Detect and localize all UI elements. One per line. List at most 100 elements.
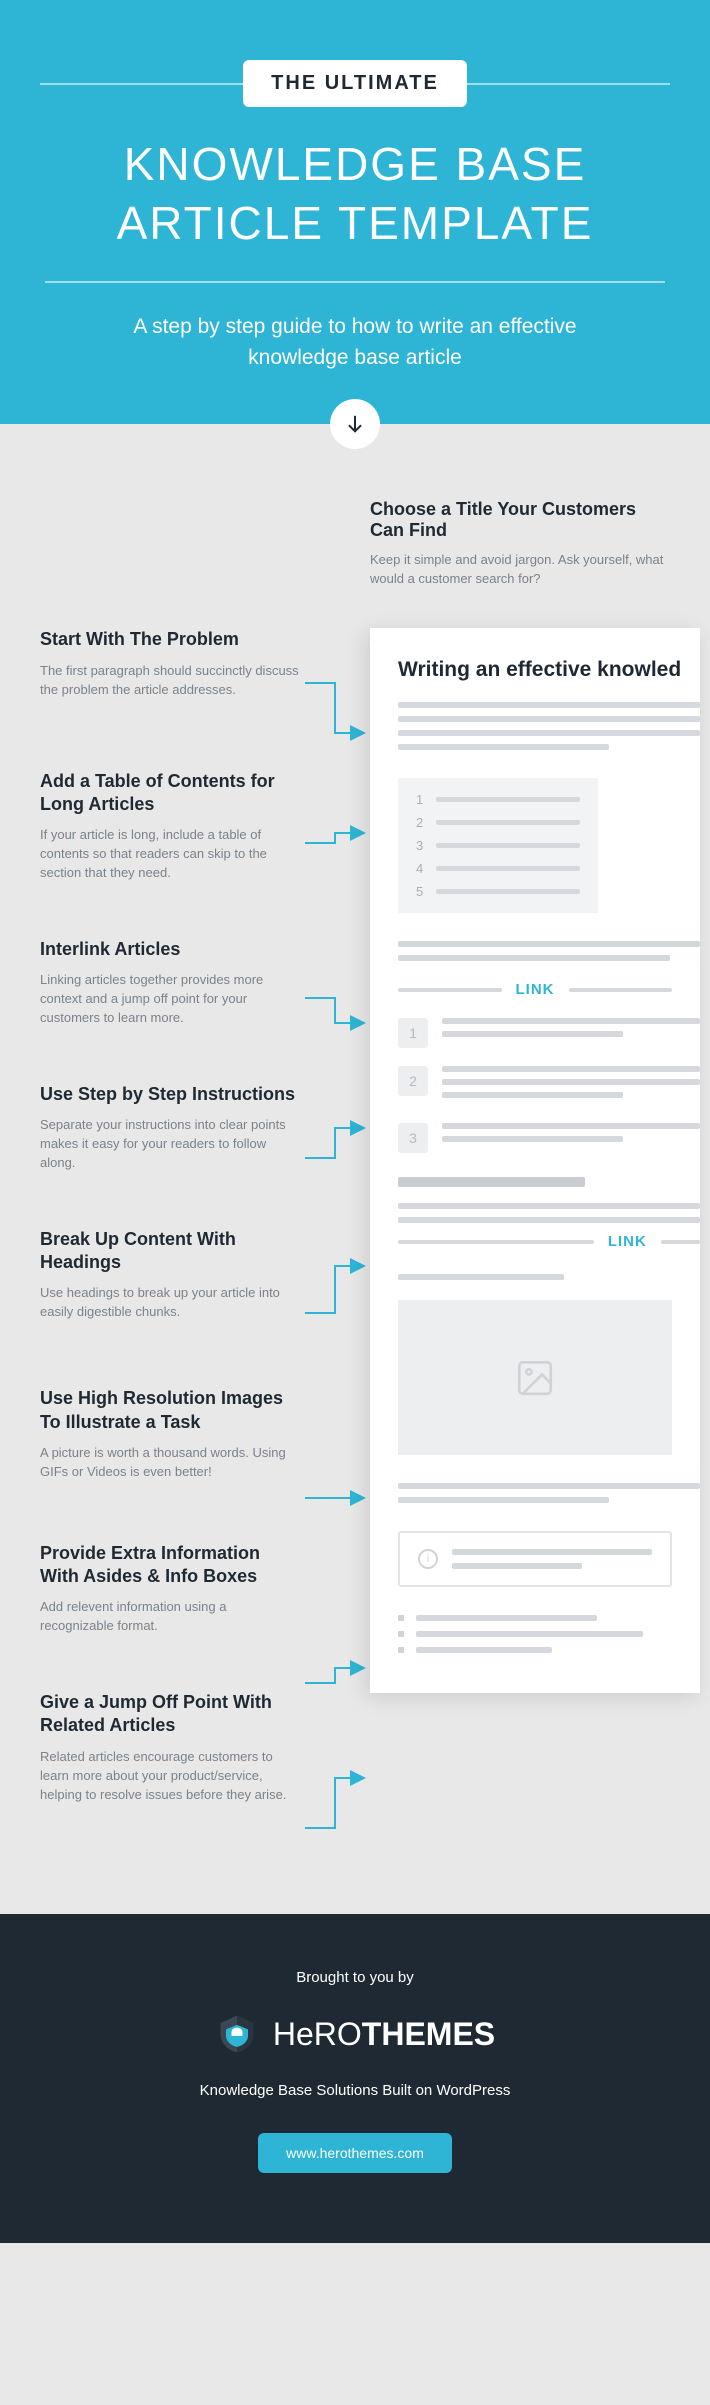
- toc-item: 4: [416, 861, 580, 876]
- text-line: [398, 744, 609, 750]
- toc-line: [436, 889, 580, 894]
- step-3: Interlink ArticlesLinking articles toget…: [40, 938, 320, 1028]
- step-body: If your article is long, include a table…: [40, 826, 302, 883]
- step-row: 3: [398, 1123, 700, 1153]
- text-line: [442, 1066, 700, 1072]
- step-body: Related articles encourage customers to …: [40, 1748, 302, 1805]
- toc-line: [436, 797, 580, 802]
- text-line: [398, 955, 670, 961]
- step-body: Keep it simple and avoid jargon. Ask you…: [370, 551, 670, 589]
- link-label: LINK: [608, 1233, 647, 1250]
- list-item: [398, 1615, 700, 1621]
- info-icon: i: [418, 1549, 438, 1569]
- rule: [569, 988, 673, 992]
- numbered-steps: 1 2 3: [398, 1018, 700, 1153]
- step-title: Interlink Articles: [40, 938, 302, 961]
- badge: THE ULTIMATE: [243, 60, 467, 107]
- step-body: Separate your instructions into clear po…: [40, 1116, 302, 1173]
- text-line: [661, 1240, 700, 1244]
- article-mockup: Writing an effective knowled 1 2 3 4 5: [370, 628, 700, 1693]
- separator: [45, 281, 665, 283]
- text-line: [416, 1615, 597, 1621]
- text-line: [452, 1549, 652, 1555]
- rule-right: [467, 83, 670, 85]
- brand-logo: HeROTHEMES: [40, 2012, 670, 2056]
- brand-bold: THEMES: [362, 2016, 495, 2052]
- image-placeholder: [398, 1300, 672, 1455]
- text-line: [398, 1274, 564, 1280]
- toc-num: 1: [416, 792, 426, 807]
- subtitle: A step by step guide to how to write an …: [95, 311, 615, 374]
- text-line: [442, 1136, 623, 1142]
- step-title: Start With The Problem: [40, 628, 302, 651]
- step-body: A picture is worth a thousand words. Usi…: [40, 1444, 302, 1482]
- header: THE ULTIMATE KNOWLEDGE BASE ARTICLE TEMP…: [0, 0, 710, 424]
- step-title: Use Step by Step Instructions: [40, 1083, 302, 1106]
- step-body: Add relevent information using a recogni…: [40, 1598, 302, 1636]
- step-title: Use High Resolution Images To Illustrate…: [40, 1387, 302, 1434]
- rule-left: [40, 83, 243, 85]
- bullet-icon: [398, 1647, 404, 1653]
- step-title: Choose a Title Your Customers Can Find: [370, 499, 670, 541]
- list-item: [398, 1631, 700, 1637]
- toc-item: 2: [416, 815, 580, 830]
- step-top: Choose a Title Your Customers Can Find K…: [370, 499, 670, 589]
- image-icon: [514, 1357, 556, 1399]
- text-line: [442, 1018, 700, 1024]
- footer: Brought to you by HeROTHEMES Knowledge B…: [0, 1914, 710, 2243]
- toc-line: [436, 866, 580, 871]
- toc-line: [436, 820, 580, 825]
- bullet-icon: [398, 1631, 404, 1637]
- main-title: KNOWLEDGE BASE ARTICLE TEMPLATE: [40, 135, 670, 253]
- toc-item: 3: [416, 838, 580, 853]
- arrow-down-icon: [344, 413, 366, 435]
- paragraph-block: [398, 941, 700, 961]
- step-1: Start With The ProblemThe first paragrap…: [40, 628, 320, 699]
- paragraph-block: [398, 702, 700, 750]
- bullet-icon: [398, 1615, 404, 1621]
- list-item: [398, 1647, 700, 1653]
- interlink-block: LINK: [398, 981, 700, 998]
- step-8: Give a Jump Off Point With Related Artic…: [40, 1691, 320, 1804]
- step-title: Give a Jump Off Point With Related Artic…: [40, 1691, 302, 1738]
- text-line: [452, 1563, 582, 1569]
- rule: [398, 988, 502, 992]
- step-6: Use High Resolution Images To Illustrate…: [40, 1387, 320, 1481]
- step-4: Use Step by Step Instructions Separate yo…: [40, 1083, 320, 1173]
- footer-tagline: Knowledge Base Solutions Built on WordPr…: [40, 2082, 670, 2099]
- link-label: LINK: [516, 981, 555, 998]
- text-line: [398, 1240, 594, 1244]
- text-line: [398, 1203, 700, 1209]
- url-button[interactable]: www.herothemes.com: [258, 2133, 452, 2173]
- inline-link-block: LINK: [398, 1233, 700, 1250]
- step-title: Break Up Content With Headings: [40, 1228, 302, 1275]
- step-num: 3: [398, 1123, 428, 1153]
- text-line: [398, 941, 700, 947]
- text-line: [442, 1092, 623, 1098]
- title-line-2: ARTICLE TEMPLATE: [117, 197, 594, 249]
- heading-bar: [398, 1177, 585, 1187]
- step-body: Use headings to break up your article in…: [40, 1284, 302, 1322]
- step-num: 1: [398, 1018, 428, 1048]
- text-line: [442, 1079, 700, 1085]
- toc-num: 5: [416, 884, 426, 899]
- body: Choose a Title Your Customers Can Find K…: [0, 449, 710, 1915]
- mockup-column: Writing an effective knowled 1 2 3 4 5: [370, 628, 700, 1854]
- main-row: Start With The ProblemThe first paragrap…: [40, 628, 670, 1854]
- step-num: 2: [398, 1066, 428, 1096]
- toc-item: 5: [416, 884, 580, 899]
- toc-item: 1: [416, 792, 580, 807]
- title-line-1: KNOWLEDGE BASE: [124, 138, 587, 190]
- toc-num: 4: [416, 861, 426, 876]
- text-line: [398, 1217, 700, 1223]
- step-7: Provide Extra Information With Asides & …: [40, 1542, 320, 1636]
- step-row: 2: [398, 1066, 700, 1105]
- text-line: [398, 702, 700, 708]
- step-2: Add a Table of Contents for Long Article…: [40, 770, 320, 883]
- mockup-title: Writing an effective knowled: [398, 658, 700, 682]
- toc-num: 2: [416, 815, 426, 830]
- brand-name: HeROTHEMES: [273, 2016, 495, 2053]
- toc-num: 3: [416, 838, 426, 853]
- text-line: [398, 1483, 700, 1489]
- steps-column: Start With The ProblemThe first paragrap…: [40, 628, 320, 1854]
